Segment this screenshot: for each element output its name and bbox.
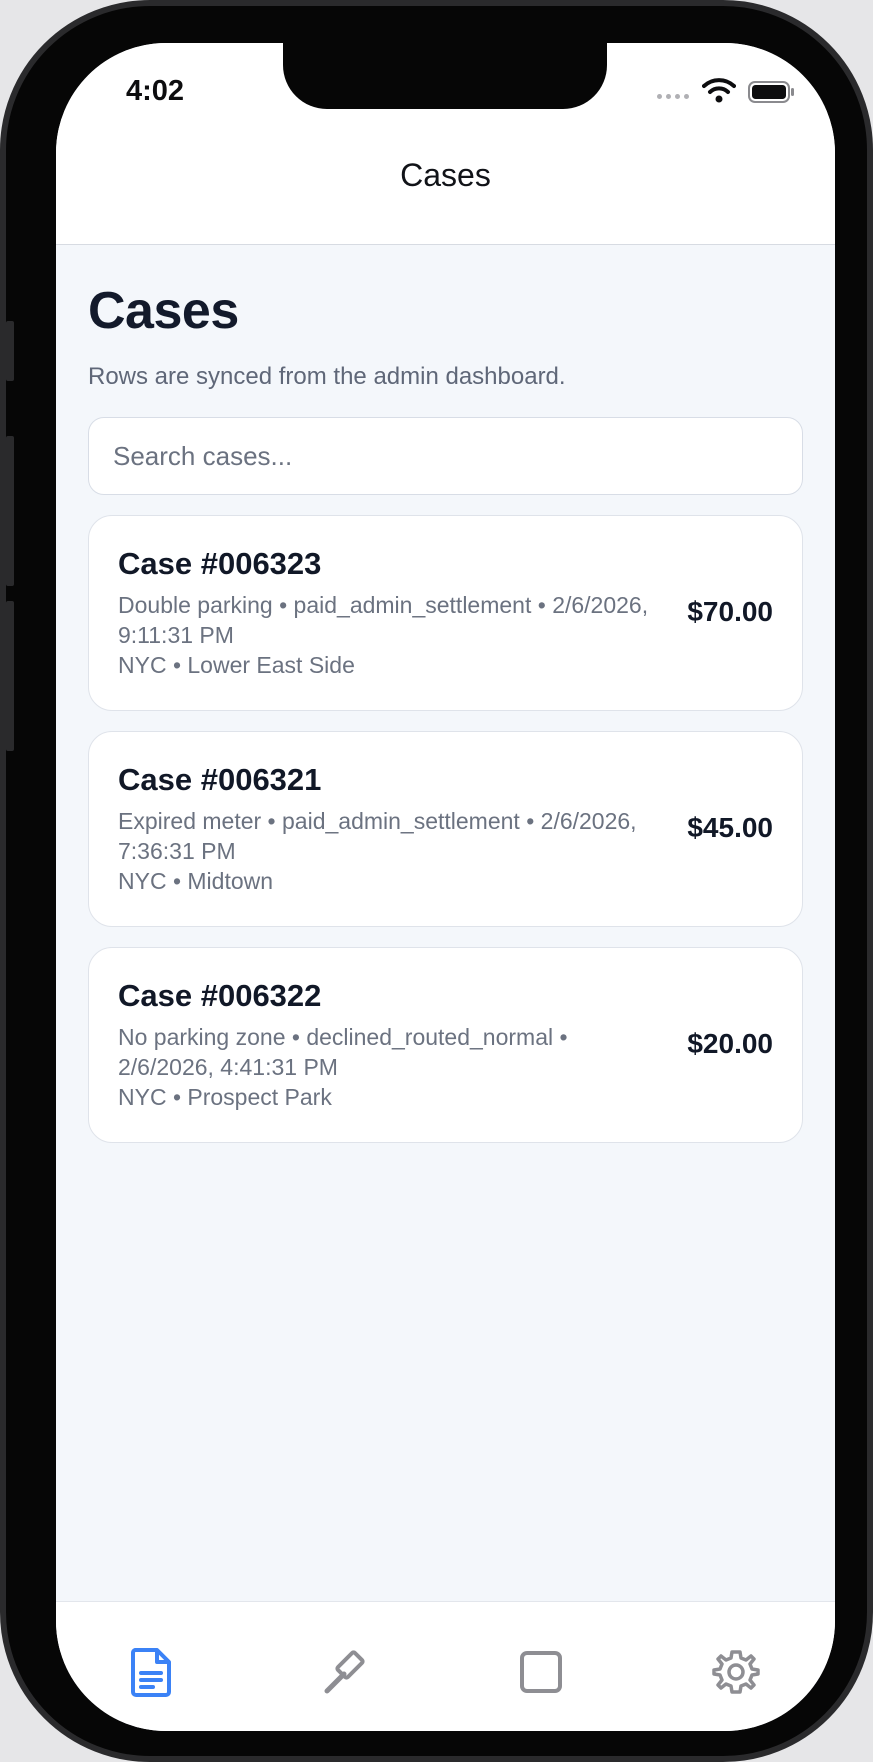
gear-icon (712, 1650, 760, 1694)
case-meta: Double parking • paid_admin_settlement •… (118, 592, 649, 648)
nav-title: Cases (400, 157, 491, 193)
status-time: 4:02 (126, 75, 185, 107)
battery-icon (748, 81, 796, 108)
mute-switch (6, 321, 14, 381)
case-location: NYC • Lower East Side (118, 652, 355, 678)
case-card[interactable]: Case #006321 Expired meter • paid_admin_… (88, 731, 803, 927)
phone-frame: 4:02 Cases Cases Rows are synced from th… (0, 0, 873, 1762)
cases-list-screen: Cases Rows are synced from the admin das… (88, 245, 803, 1143)
wifi-icon (702, 77, 736, 108)
case-amount: $45.00 (687, 812, 773, 843)
case-title: Case #006321 (118, 762, 322, 797)
page-subtitle: Rows are synced from the admin dashboard… (88, 363, 566, 390)
case-meta: No parking zone • declined_routed_normal… (118, 1024, 568, 1080)
case-location: NYC • Prospect Park (118, 1084, 332, 1110)
volume-down-button (6, 601, 14, 751)
case-amount: $70.00 (687, 596, 773, 627)
tab-cases[interactable] (121, 1642, 181, 1702)
search-input[interactable] (88, 417, 803, 495)
gavel-icon (324, 1650, 365, 1694)
tab-rulings[interactable] (316, 1642, 376, 1702)
case-location: NYC • Midtown (118, 868, 274, 894)
app-screen: 4:02 Cases Cases Rows are synced from th… (56, 43, 835, 1731)
tab-square[interactable] (511, 1642, 571, 1702)
navigation-bar: Cases (56, 133, 835, 245)
square-icon (520, 1651, 562, 1693)
case-amount: $20.00 (687, 1028, 773, 1059)
notch (283, 43, 607, 109)
document-icon (131, 1648, 171, 1697)
case-title: Case #006323 (118, 546, 322, 581)
case-meta: Expired meter • paid_admin_settlement • … (118, 808, 637, 864)
case-card[interactable]: Case #006322 No parking zone • declined_… (88, 947, 803, 1143)
tab-bar (56, 1601, 835, 1731)
case-title: Case #006322 (118, 978, 322, 1013)
tab-settings[interactable] (706, 1642, 766, 1702)
page-title: Cases (88, 282, 239, 340)
cellular-signal-icon (657, 94, 689, 99)
volume-up-button (6, 436, 14, 586)
case-card[interactable]: Case #006323 Double parking • paid_admin… (88, 515, 803, 711)
